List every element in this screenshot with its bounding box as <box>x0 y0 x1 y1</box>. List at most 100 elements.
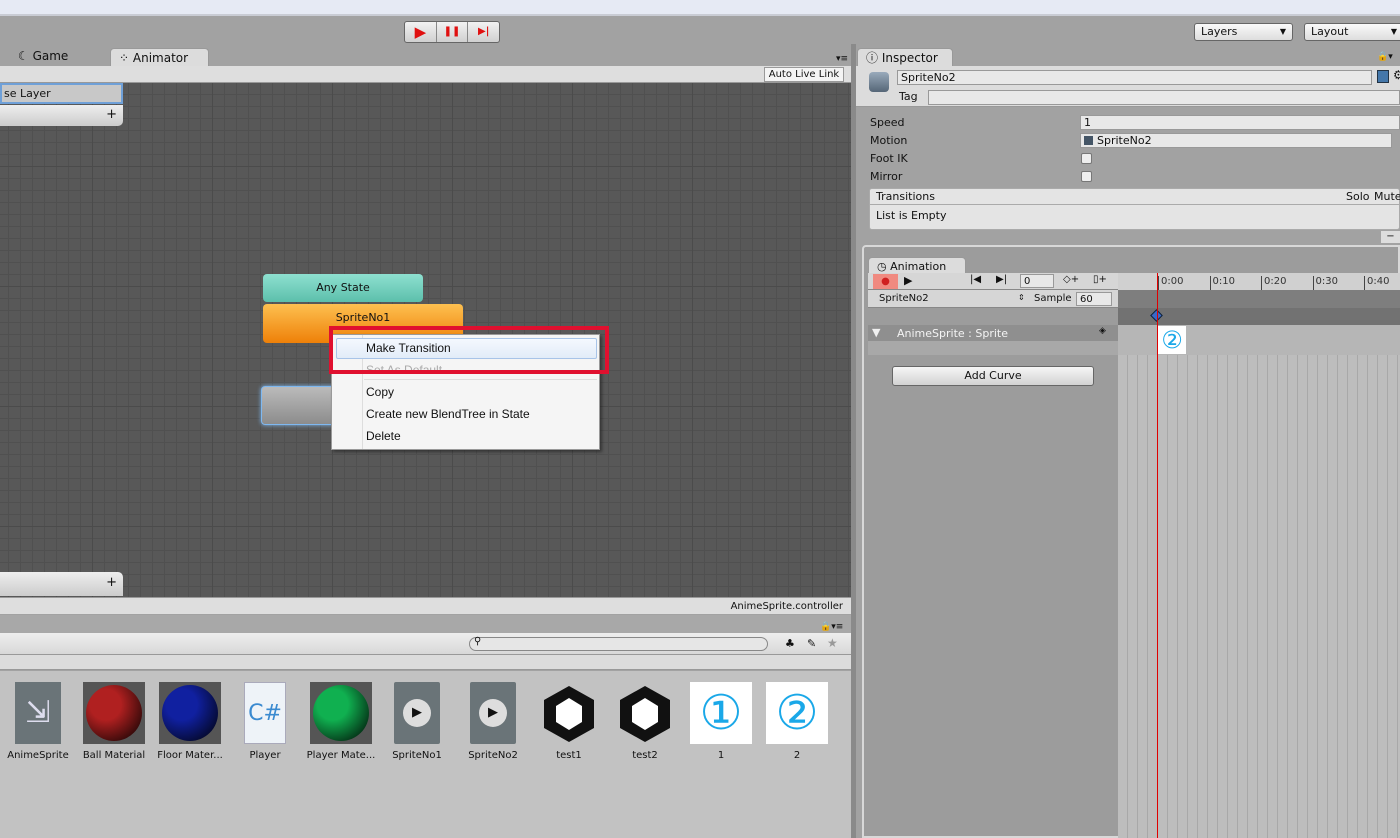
empty-list-text: List is Empty <box>876 209 947 222</box>
help-icon[interactable] <box>1377 70 1389 83</box>
tab-game[interactable]: ☾ Game <box>10 47 100 66</box>
name-field[interactable]: SpriteNo2 <box>897 70 1372 85</box>
base-layer-item[interactable]: se Layer <box>0 83 123 104</box>
key-diamond-icon[interactable]: ◈ <box>1099 326 1106 336</box>
step-button[interactable]: ▶| <box>468 22 499 42</box>
asset-item[interactable]: ▶ SpriteNo1 <box>382 682 452 761</box>
game-icon: ☾ <box>18 49 33 63</box>
add-curve-button[interactable]: Add Curve <box>892 366 1094 386</box>
next-key-button[interactable]: ▶| <box>996 274 1007 285</box>
animation-clip-icon <box>1084 136 1093 145</box>
remove-transition-button[interactable]: − <box>1381 231 1400 243</box>
mirror-checkbox[interactable] <box>1081 171 1092 182</box>
mute-label: Mute <box>1374 190 1400 203</box>
sprite-icon: ② <box>766 682 828 744</box>
tab-animator[interactable]: ⁘ Animator <box>110 48 209 67</box>
expand-icon[interactable]: ▼ <box>872 326 880 339</box>
gear-icon[interactable]: ⚙ <box>1393 68 1400 82</box>
animator-header <box>0 66 851 83</box>
project-breadcrumb <box>0 655 851 670</box>
asset-label: Player Mate... <box>306 750 376 761</box>
frame-field[interactable]: 0 <box>1020 274 1054 288</box>
tag-label: Tag <box>899 90 918 103</box>
clock-icon: ◷ <box>877 260 891 273</box>
highlight-rectangle <box>329 326 609 374</box>
project-search-input[interactable] <box>469 637 768 651</box>
asset-label: test2 <box>632 750 658 761</box>
foot-ik-label: Foot IK <box>870 152 908 165</box>
panel-divider[interactable] <box>851 44 856 838</box>
asset-item[interactable]: ⇲ AnimeSprite <box>3 682 73 761</box>
filter-label-icon[interactable]: ✎ <box>807 637 816 650</box>
timeline-tick: 0:20 <box>1261 276 1286 290</box>
asset-label: Player <box>249 750 281 761</box>
panel-menu-icon[interactable]: ▾≡ <box>836 54 848 64</box>
asset-item[interactable]: Floor Mater... <box>155 682 225 761</box>
add-keyframe-icon[interactable]: ◇+ <box>1063 274 1079 285</box>
asset-item[interactable]: C# Player <box>230 682 300 761</box>
lock-icon[interactable]: 🔒▾≡ <box>820 622 843 632</box>
tab-game-label: Game <box>32 49 69 63</box>
play-controls: ▶ ❚❚ ▶| <box>404 21 500 43</box>
motion-label: Motion <box>870 134 908 147</box>
menu-item-copy[interactable]: Copy <box>366 385 394 399</box>
timeline-tick: 0:30 <box>1312 276 1338 290</box>
tab-animation[interactable]: ◷ Animation <box>868 257 966 274</box>
asset-label: Floor Mater... <box>157 750 223 761</box>
add-layer-button[interactable]: + <box>0 105 123 126</box>
clip-dropdown[interactable]: SpriteNo2 <box>879 293 929 304</box>
inspector-lock-icon[interactable]: 🔒▾ <box>1377 52 1393 62</box>
favorite-star-icon[interactable]: ★ <box>827 636 838 650</box>
sprite-icon: ① <box>690 682 752 744</box>
pause-button[interactable]: ❚❚ <box>437 22 469 42</box>
auto-live-link-toggle[interactable]: Auto Live Link <box>764 67 844 82</box>
menu-item-delete[interactable]: Delete <box>366 429 401 443</box>
animation-clip-icon: ▶ <box>394 682 440 744</box>
transitions-label: Transitions <box>876 190 935 203</box>
asset-label: test1 <box>556 750 582 761</box>
foot-ik-checkbox[interactable] <box>1081 153 1092 164</box>
play-animation-button[interactable]: ▶ <box>904 274 912 287</box>
prev-key-button[interactable]: |◀ <box>970 274 981 285</box>
asset-item[interactable]: ②2 <box>762 682 832 761</box>
add-parameter-button[interactable]: + <box>0 572 123 596</box>
controller-path: AnimeSprite.controller <box>0 597 851 614</box>
state-any-state[interactable]: Any State <box>263 274 423 302</box>
add-event-icon[interactable]: ▯+ <box>1093 274 1107 285</box>
layout-dropdown[interactable]: Layout ▼ <box>1304 23 1400 41</box>
dropdown-arrow-icon: ▼ <box>1390 27 1397 36</box>
csharp-script-icon: C# <box>244 682 286 744</box>
timeline-events-row <box>1118 290 1400 308</box>
asset-item[interactable]: ①1 <box>686 682 756 761</box>
asset-label: SpriteNo1 <box>392 750 442 761</box>
asset-item[interactable]: ▶ SpriteNo2 <box>458 682 528 761</box>
timeline-tick: 0:00 <box>1158 276 1183 290</box>
layout-label: Layout <box>1311 25 1349 38</box>
mirror-label: Mirror <box>870 170 903 183</box>
motion-field[interactable]: SpriteNo2 <box>1080 133 1392 148</box>
tag-field[interactable] <box>928 90 1400 105</box>
layers-dropdown[interactable]: Layers ▼ <box>1194 23 1293 41</box>
asset-label: 2 <box>793 750 801 761</box>
sample-field[interactable]: 60 <box>1076 292 1112 306</box>
asset-item[interactable]: test2 <box>610 682 680 761</box>
project-tab-bar <box>0 615 851 633</box>
asset-item[interactable]: Ball Material <box>79 682 149 761</box>
play-button[interactable]: ▶ <box>405 22 437 42</box>
tab-animator-label: Animator <box>132 51 189 65</box>
unity-logo-icon <box>538 682 600 744</box>
search-icon: ⚲ <box>474 636 482 647</box>
tab-inspector[interactable]: ⓘ Inspector <box>857 48 953 67</box>
filter-type-icon[interactable]: ♣ <box>785 637 795 650</box>
transitions-header <box>869 188 1400 205</box>
speed-field[interactable]: 1 <box>1080 115 1400 130</box>
asset-item[interactable]: Player Mate... <box>306 682 376 761</box>
record-button[interactable]: ● <box>873 274 898 289</box>
animator-icon: ⁘ <box>119 51 133 65</box>
asset-label: SpriteNo2 <box>468 750 518 761</box>
sprite-keyframe-thumbnail[interactable]: ② <box>1158 326 1186 354</box>
asset-item[interactable]: test1 <box>534 682 604 761</box>
track-label: AnimeSprite : Sprite <box>897 327 1008 340</box>
playhead[interactable] <box>1157 273 1158 838</box>
menu-item-create-blendtree[interactable]: Create new BlendTree in State <box>366 407 530 421</box>
